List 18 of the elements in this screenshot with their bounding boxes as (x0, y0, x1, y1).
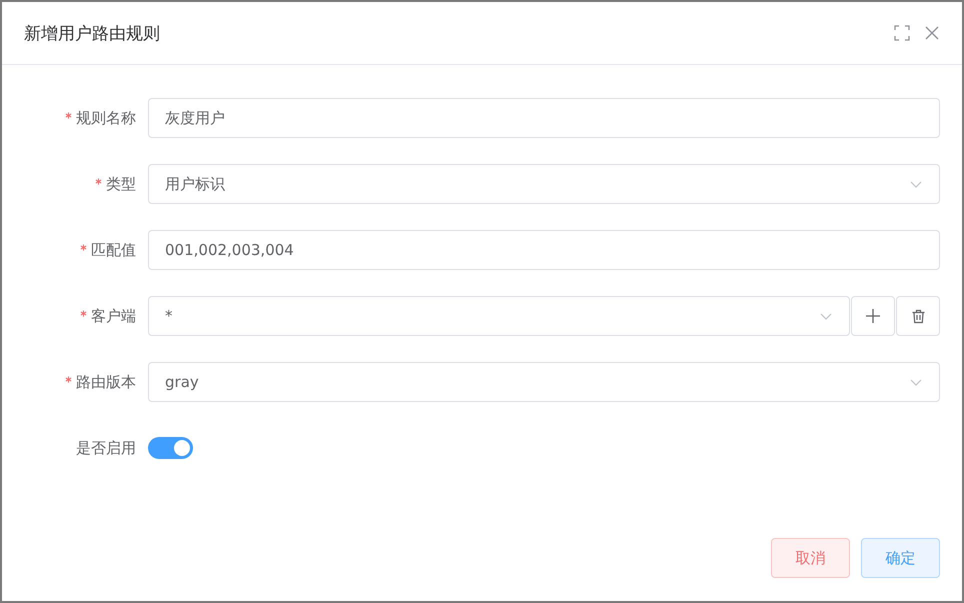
fullscreen-icon[interactable] (894, 25, 910, 41)
field-label: 规则名称 (76, 108, 136, 128)
text-field[interactable]: 001,002,003,004 (148, 230, 940, 270)
close-icon[interactable] (924, 25, 940, 41)
trash-icon (910, 308, 926, 324)
field-label: 路由版本 (76, 372, 136, 392)
plus-icon (865, 308, 881, 324)
text-field[interactable]: 灰度用户 (148, 98, 940, 138)
delete-button[interactable] (896, 296, 940, 336)
dialog-title: 新增用户路由规则 (24, 22, 161, 44)
toggle-switch[interactable] (148, 437, 193, 459)
select-field[interactable]: 用户标识 (148, 164, 940, 204)
select-field[interactable]: gray (148, 362, 940, 402)
field-label: 匹配值 (91, 240, 136, 260)
field-label: 客户端 (91, 306, 136, 326)
field-label: 是否启用 (76, 438, 136, 458)
field-label: 类型 (106, 174, 136, 194)
select-field[interactable]: * (148, 296, 850, 336)
